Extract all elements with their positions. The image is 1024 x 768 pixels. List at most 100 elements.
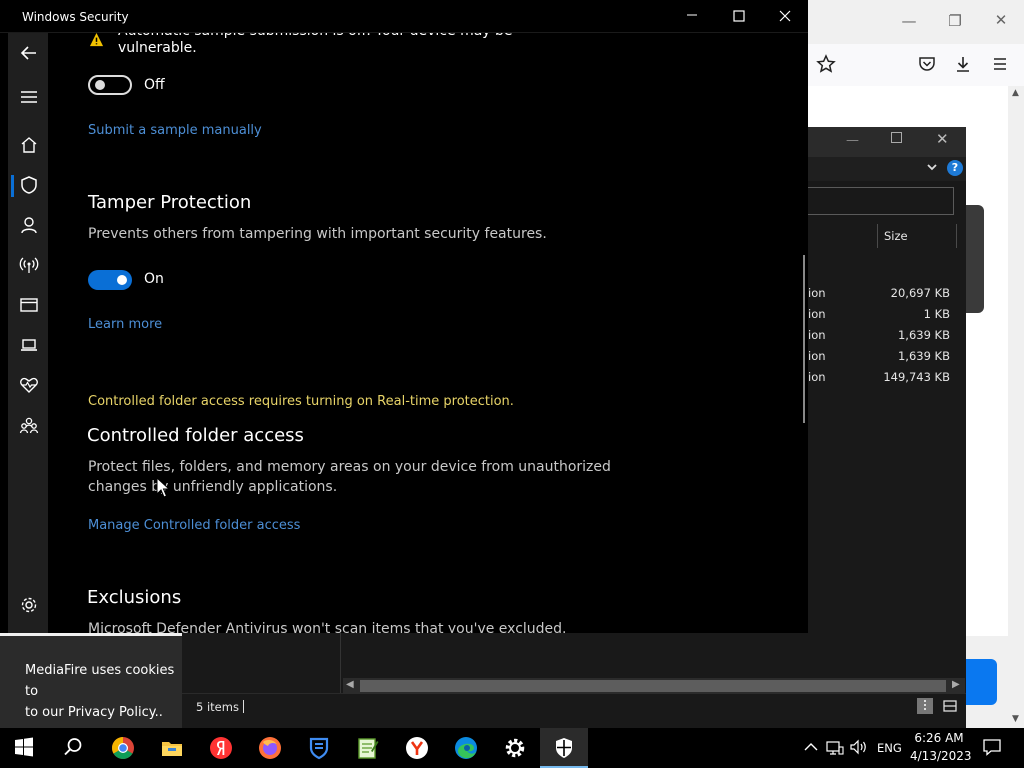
- file-explorer-icon[interactable]: [160, 736, 184, 760]
- network-tray-icon[interactable]: [826, 739, 844, 755]
- back-arrow-icon[interactable]: [19, 43, 39, 63]
- notepad-icon[interactable]: [356, 736, 380, 760]
- controlled-folder-description-line2: changes by unfriendly applications.: [88, 479, 338, 495]
- cookie-banner-line1: MediaFire uses cookies to: [25, 663, 175, 699]
- account-icon[interactable]: [19, 215, 39, 235]
- windows-start-icon[interactable]: [13, 736, 37, 760]
- cookie-banner-text: MediaFire uses cookies to to our Privacy…: [25, 660, 185, 723]
- sample-submission-toggle-label: Off: [144, 77, 165, 93]
- browser-close-button[interactable]: ✕: [986, 11, 1016, 29]
- nav-selected-indicator: [11, 175, 14, 197]
- scroll-right-arrow-icon[interactable]: ▶: [952, 679, 960, 690]
- tamper-protection-title: Tamper Protection: [88, 192, 252, 213]
- explorer-ribbon: ?: [808, 157, 966, 181]
- shield-icon[interactable]: [19, 175, 39, 195]
- help-icon[interactable]: ?: [947, 160, 963, 176]
- browser-restore-button[interactable]: ❐: [940, 12, 970, 30]
- yandex-icon[interactable]: [209, 736, 233, 760]
- scroll-left-arrow-icon[interactable]: ◀: [346, 679, 354, 690]
- cookie-accept-button[interactable]: [966, 659, 997, 705]
- explorer-maximize-button[interactable]: [891, 132, 902, 143]
- column-divider: [877, 224, 878, 248]
- toggle-knob: [95, 80, 105, 90]
- sample-submission-toggle[interactable]: [88, 75, 132, 95]
- windows-security-titlebar: Windows Security: [0, 0, 808, 33]
- browser-scrollbar[interactable]: ▲ ▼: [1008, 86, 1024, 728]
- status-separator: [243, 700, 244, 713]
- file-size-cell: 1,639 KB: [897, 349, 950, 363]
- explorer-search-box[interactable]: [808, 187, 954, 215]
- cookie-banner-line2: to our Privacy Policy..: [25, 705, 163, 720]
- browser-titlebar: — ❐ ✕: [808, 0, 1024, 44]
- page-panel: [964, 205, 984, 313]
- details-view-icon[interactable]: [917, 698, 933, 714]
- scroll-up-arrow-icon[interactable]: ▲: [1012, 88, 1019, 98]
- large-icons-view-icon[interactable]: [942, 698, 958, 714]
- maximize-button[interactable]: [733, 10, 745, 22]
- horizontal-scroll-thumb[interactable]: [360, 680, 946, 692]
- window-title: Windows Security: [22, 10, 129, 24]
- settings-gear-icon[interactable]: [19, 595, 39, 615]
- controlled-folder-title: Controlled folder access: [87, 425, 304, 446]
- input-language-indicator[interactable]: ENG: [877, 741, 902, 755]
- chrome-icon[interactable]: [111, 736, 135, 760]
- learn-more-link[interactable]: Learn more: [88, 317, 162, 332]
- mouse-cursor-icon: [156, 477, 170, 499]
- notifications-icon[interactable]: [983, 738, 1001, 756]
- clock-date[interactable]: 4/13/2023: [910, 749, 972, 763]
- edge-icon[interactable]: [454, 736, 478, 760]
- explorer-close-button[interactable]: ✕: [936, 130, 949, 148]
- health-icon[interactable]: [19, 375, 39, 395]
- device-icon[interactable]: [19, 335, 39, 355]
- file-type-cell: ion: [808, 286, 826, 300]
- navigation-sidebar: [8, 33, 48, 633]
- file-type-cell: ion: [808, 370, 826, 384]
- tamper-protection-toggle-label: On: [144, 271, 164, 287]
- hamburger-menu-icon[interactable]: [19, 87, 39, 107]
- download-icon[interactable]: [954, 55, 972, 73]
- warning-icon: [89, 32, 104, 47]
- file-size-cell: 20,697 KB: [890, 286, 950, 300]
- close-button[interactable]: [779, 10, 791, 22]
- clock-time[interactable]: 6:26 AM: [914, 731, 964, 745]
- bitwarden-icon[interactable]: [307, 736, 331, 760]
- file-type-cell: ion: [808, 307, 826, 321]
- sample-submission-warning-line2: vulnerable.: [118, 40, 197, 56]
- browser-toolbar: [808, 44, 1024, 86]
- column-header-size[interactable]: Size: [884, 229, 908, 243]
- submit-sample-link[interactable]: Submit a sample manually: [88, 123, 262, 138]
- browser-minimize-button[interactable]: —: [894, 12, 924, 30]
- file-type-cell: ion: [808, 349, 826, 363]
- explorer-titlebar: — ✕: [808, 127, 966, 157]
- file-size-cell: 1 KB: [923, 307, 950, 321]
- search-icon[interactable]: [62, 736, 86, 760]
- file-type-cell: ion: [808, 328, 826, 342]
- manage-controlled-folder-link[interactable]: Manage Controlled folder access: [88, 518, 300, 533]
- exclusions-title: Exclusions: [87, 587, 182, 608]
- firefox-icon[interactable]: [258, 736, 282, 760]
- item-count-status: 5 items: [196, 700, 239, 714]
- tamper-protection-description: Prevents others from tampering with impo…: [88, 226, 547, 242]
- tamper-protection-toggle[interactable]: [88, 270, 132, 290]
- network-icon[interactable]: [19, 255, 39, 275]
- expand-ribbon-icon[interactable]: [925, 160, 939, 174]
- bookmark-star-icon[interactable]: [816, 54, 836, 74]
- controlled-folder-description-line1: Protect files, folders, and memory areas…: [88, 459, 611, 475]
- explorer-pane-divider: [340, 633, 341, 693]
- windows-security-icon[interactable]: [552, 736, 576, 760]
- browser-menu-icon[interactable]: [992, 56, 1008, 72]
- content-scrollbar[interactable]: [803, 255, 805, 423]
- show-hidden-icons-chevron-icon[interactable]: [804, 741, 818, 753]
- app-browser-icon[interactable]: [19, 295, 39, 315]
- explorer-minimize-button[interactable]: —: [846, 133, 859, 148]
- family-icon[interactable]: [19, 416, 39, 436]
- minimize-button[interactable]: [686, 9, 698, 21]
- scroll-down-arrow-icon[interactable]: ▼: [1012, 714, 1019, 724]
- home-icon[interactable]: [19, 135, 39, 155]
- yandex-browser-icon[interactable]: [405, 736, 429, 760]
- settings-icon[interactable]: [503, 736, 527, 760]
- file-size-cell: 149,743 KB: [883, 370, 950, 384]
- volume-icon[interactable]: [850, 739, 868, 755]
- controlled-folder-warning: Controlled folder access requires turnin…: [88, 394, 514, 409]
- pocket-icon[interactable]: [918, 55, 936, 73]
